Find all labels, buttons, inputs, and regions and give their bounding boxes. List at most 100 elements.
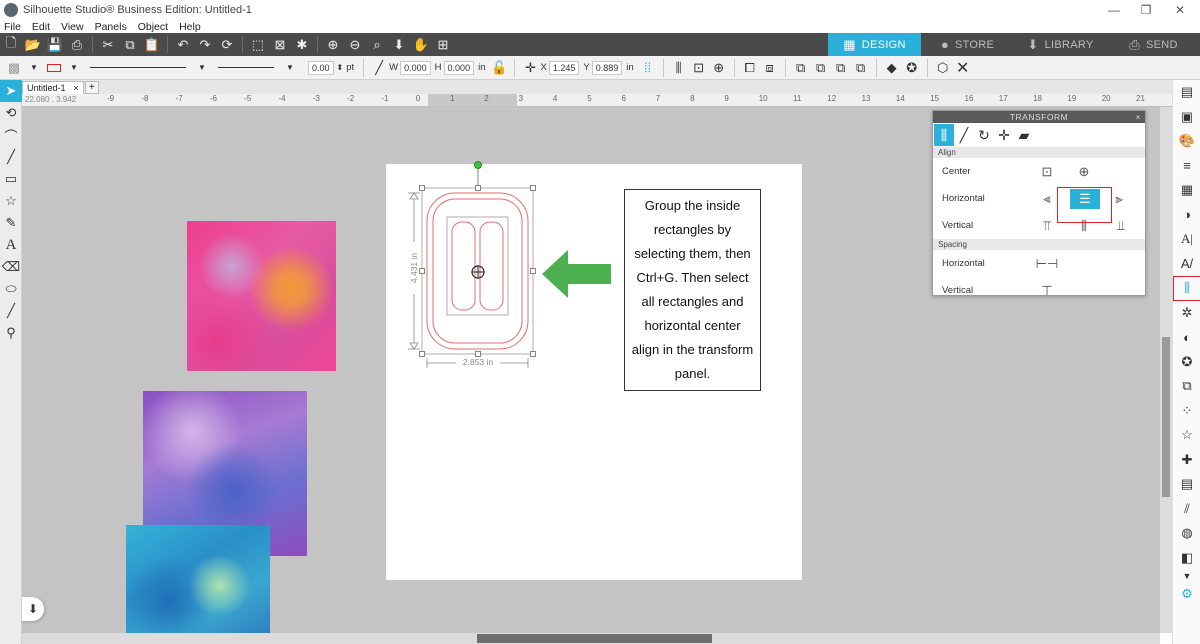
- settings-gear-icon[interactable]: ⚙: [1173, 582, 1200, 607]
- transform-panel-icon[interactable]: ⫼: [1173, 276, 1200, 301]
- restore-button[interactable]: ❐: [1130, 0, 1162, 19]
- replicate-icon[interactable]: ✲: [1173, 301, 1200, 326]
- vertical-scroll-thumb[interactable]: [1162, 337, 1170, 497]
- select-by-color-icon[interactable]: ✱: [291, 34, 313, 55]
- height-input[interactable]: 0.000: [443, 60, 475, 75]
- stepper-icon[interactable]: ⬍: [337, 63, 344, 72]
- close-window-button[interactable]: ✕: [1164, 0, 1196, 19]
- menu-view[interactable]: View: [61, 21, 84, 33]
- notebook-icon[interactable]: ◧: [1173, 546, 1200, 571]
- trace-icon[interactable]: ⧉: [1173, 374, 1200, 399]
- space-horizontal-icon[interactable]: ⊢⊣: [1036, 254, 1059, 274]
- align-tab-icon[interactable]: ⫼: [934, 124, 954, 146]
- bring-front-icon[interactable]: ⧉: [791, 58, 811, 78]
- align-left-icon[interactable]: ⫷: [1037, 189, 1057, 209]
- offset-star-icon[interactable]: ✪: [1173, 350, 1200, 375]
- open-folder-icon[interactable]: 📂: [22, 34, 44, 55]
- fit-page-icon[interactable]: ⊞: [432, 34, 454, 55]
- layers-icon[interactable]: ▤: [1173, 472, 1200, 497]
- menu-panels[interactable]: Panels: [95, 21, 127, 33]
- tab-library[interactable]: ⬇ LIBRARY: [1014, 33, 1107, 56]
- cut-icon[interactable]: ✂: [97, 34, 119, 55]
- dropdown-arrow-icon[interactable]: ▼: [280, 58, 300, 78]
- reference-point-icon[interactable]: ⁞⁞: [638, 58, 658, 78]
- page-setup-icon[interactable]: ▤: [1173, 80, 1200, 105]
- menu-file[interactable]: File: [4, 21, 21, 33]
- tab-send[interactable]: ⎙ SEND: [1107, 33, 1200, 56]
- rhinestone-icon[interactable]: ⁘: [1173, 399, 1200, 424]
- new-document-icon[interactable]: 🗋: [0, 34, 22, 55]
- horizontal-scroll-thumb[interactable]: [477, 634, 712, 643]
- fill-palette-icon[interactable]: 🎨: [1173, 129, 1200, 154]
- zoom-in-icon[interactable]: ⊕: [322, 34, 344, 55]
- delete-x-icon[interactable]: ✕: [953, 58, 973, 78]
- y-position-input[interactable]: 0.889: [591, 60, 623, 75]
- bezier-icon[interactable]: ⌒: [0, 124, 22, 146]
- fill-pattern-icon[interactable]: ▩: [4, 58, 24, 78]
- line-end-select[interactable]: [218, 67, 274, 68]
- fill-bucket-icon[interactable]: ◆: [882, 58, 902, 78]
- align-right-icon[interactable]: ⫸: [1109, 189, 1129, 209]
- horizontal-scrollbar[interactable]: [22, 633, 1160, 644]
- point-edit-icon[interactable]: ⟲: [0, 102, 22, 124]
- line-style-select[interactable]: [90, 67, 186, 68]
- select-arrow-icon[interactable]: ➤: [0, 80, 22, 102]
- center-to-page-icon[interactable]: ⊕: [1074, 162, 1094, 182]
- undo-icon[interactable]: ↶: [172, 34, 194, 55]
- text-style-icon[interactable]: A|: [1173, 227, 1200, 252]
- lock-aspect-icon[interactable]: 🔓: [489, 58, 509, 78]
- text-tool-icon[interactable]: A: [0, 234, 22, 256]
- bring-forward-icon[interactable]: ⧉: [831, 58, 851, 78]
- star-shape-icon[interactable]: ☆: [0, 190, 22, 212]
- close-tab-icon[interactable]: ×: [74, 83, 79, 93]
- menu-edit[interactable]: Edit: [32, 21, 50, 33]
- tab-untitled-1[interactable]: Untitled-1 ×: [22, 81, 84, 94]
- width-input[interactable]: 0.000: [400, 60, 431, 75]
- sketch-star-icon[interactable]: ☆: [1173, 423, 1200, 448]
- menu-object[interactable]: Object: [138, 21, 168, 33]
- tab-store[interactable]: ● STORE: [921, 33, 1014, 56]
- knife-icon[interactable]: ╱: [0, 300, 22, 322]
- align-box-icon[interactable]: ⊡: [689, 58, 709, 78]
- star-favorite-icon[interactable]: ✪: [902, 58, 922, 78]
- move-tab-icon[interactable]: ✛: [994, 124, 1014, 146]
- print-icon[interactable]: ⎙: [66, 34, 88, 55]
- line-color-icon[interactable]: [44, 58, 64, 78]
- pencil-icon[interactable]: ✎: [0, 212, 22, 234]
- align-bottom-icon[interactable]: ⫫: [1111, 216, 1131, 236]
- deselect-icon[interactable]: ⊠: [269, 34, 291, 55]
- send-back-icon[interactable]: ⧉: [811, 58, 831, 78]
- redo-icon[interactable]: ↷: [194, 34, 216, 55]
- shadow-icon[interactable]: ◑: [1173, 203, 1200, 228]
- pan-hand-icon[interactable]: ✋: [410, 34, 432, 55]
- x-position-input[interactable]: 1.245: [548, 60, 580, 75]
- eyedropper-icon[interactable]: ⚲: [0, 322, 22, 344]
- redraw-icon[interactable]: ⟳: [216, 34, 238, 55]
- fill-panel-icon[interactable]: ▦: [1173, 178, 1200, 203]
- globe-icon[interactable]: ◍: [1173, 521, 1200, 546]
- copy-icon[interactable]: ⧉: [119, 34, 141, 55]
- zoom-out-icon[interactable]: ⊖: [344, 34, 366, 55]
- eraser-icon[interactable]: ⬭: [0, 278, 22, 300]
- puzzle-icon[interactable]: ✚: [1173, 448, 1200, 473]
- center-to-each-other-icon[interactable]: ⊡: [1037, 162, 1057, 182]
- ungroup-icon[interactable]: ⧈: [760, 58, 780, 78]
- save-icon[interactable]: 💾: [44, 34, 66, 55]
- eraser-box-icon[interactable]: ⌫: [0, 256, 22, 278]
- space-vertical-icon[interactable]: ⊤: [1037, 281, 1057, 301]
- minimize-button[interactable]: —: [1098, 0, 1130, 19]
- align-center-icon[interactable]: ⫼: [669, 58, 689, 78]
- tab-design[interactable]: ▦ DESIGN: [828, 33, 921, 56]
- modify-icon[interactable]: ◐: [1173, 325, 1200, 350]
- add-tab-button[interactable]: +: [84, 81, 99, 94]
- vertical-scrollbar[interactable]: [1160, 107, 1172, 633]
- align-top-icon[interactable]: ⫪: [1037, 216, 1057, 236]
- line-draw-icon[interactable]: ╱: [0, 146, 22, 168]
- select-all-icon[interactable]: ⬚: [247, 34, 269, 55]
- scale-tab-icon[interactable]: ╱: [954, 124, 974, 146]
- dropdown-arrow-icon[interactable]: ▼: [192, 58, 212, 78]
- hatch-icon[interactable]: ⫽: [1173, 497, 1200, 522]
- menu-help[interactable]: Help: [179, 21, 201, 33]
- send-backward-icon[interactable]: ⧉: [851, 58, 871, 78]
- line-width-input[interactable]: 0.00: [308, 60, 334, 75]
